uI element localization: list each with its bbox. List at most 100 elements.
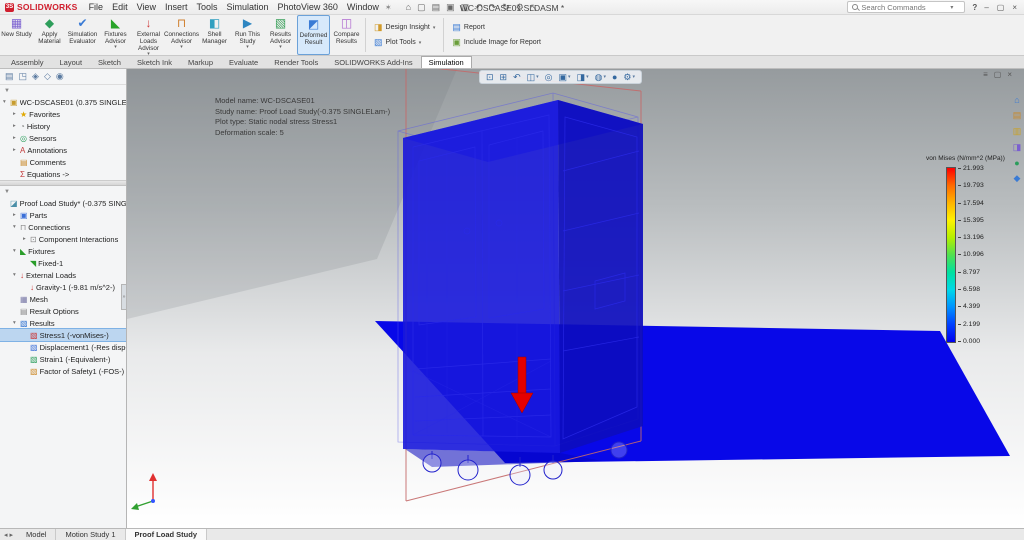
tree-item-history[interactable]: ▸◔History: [0, 120, 126, 132]
tree-item-displacement1-res-disp[interactable]: ▧Displacement1 (-Res disp-): [0, 341, 126, 353]
menu-insert[interactable]: Insert: [165, 2, 188, 12]
tree-item-favorites[interactable]: ▸★Favorites: [0, 108, 126, 120]
resources-icon[interactable]: ⌂: [1014, 95, 1019, 105]
tab-sketch[interactable]: Sketch: [90, 56, 129, 68]
design-library-icon[interactable]: ▤: [1013, 110, 1022, 121]
tab-solidworks-add-ins[interactable]: SOLIDWORKS Add-Ins: [326, 56, 420, 68]
expand-arrow-icon[interactable]: ▾: [3, 99, 10, 105]
pin-icon[interactable]: ✶: [385, 3, 392, 12]
ribbon-connections-advisor[interactable]: ⊓Connections Advisor▾: [165, 15, 198, 55]
tree-item-connections[interactable]: ▾⊓Connections: [0, 221, 126, 233]
restore-button[interactable]: ▢: [997, 3, 1005, 12]
featuremanager-tab-icon[interactable]: ▤: [5, 71, 14, 82]
tab-evaluate[interactable]: Evaluate: [221, 56, 266, 68]
cabinet-model[interactable]: [403, 100, 643, 485]
tree-item-stress1-vonmises[interactable]: ▧Stress1 (-vonMises-): [0, 329, 126, 341]
ribbon-simulation-evaluator[interactable]: ✔Simulation Evaluator: [66, 15, 99, 55]
help-icon[interactable]: ?: [972, 3, 977, 12]
dimxpert-tab-icon[interactable]: ◇: [44, 71, 51, 82]
custom-properties-icon[interactable]: ◆: [1014, 173, 1021, 184]
tree-item-sensors[interactable]: ▸◎Sensors: [0, 132, 126, 144]
panel-collapse-handle[interactable]: »: [121, 284, 126, 310]
menu-edit[interactable]: Edit: [112, 2, 128, 12]
menu-simulation[interactable]: Simulation: [226, 2, 268, 12]
save-icon[interactable]: ▣: [446, 2, 455, 13]
tab-markup[interactable]: Markup: [180, 56, 221, 68]
view-orientation-icon[interactable]: ▣▾: [559, 72, 571, 83]
ribbon-deformed-result[interactable]: ◩Deformed Result: [297, 15, 330, 55]
tab-assembly[interactable]: Assembly: [3, 56, 52, 68]
tabs-scroll-right-icon[interactable]: ▸: [10, 531, 14, 539]
ribbon-apply-material[interactable]: ◆Apply Material: [33, 15, 66, 55]
configurationmanager-tab-icon[interactable]: ◈: [32, 71, 39, 82]
propertymanager-tab-icon[interactable]: ◳: [19, 71, 28, 82]
ribbon-fixtures-advisor[interactable]: ◣Fixtures Advisor▾: [99, 15, 132, 55]
view-palette-icon[interactable]: ◨: [1013, 142, 1022, 153]
menu-view[interactable]: View: [137, 2, 156, 12]
expand-arrow-icon[interactable]: ▾: [13, 248, 20, 254]
tree-item-strain1-equivalent[interactable]: ▧Strain1 (-Equivalent-): [0, 353, 126, 365]
tree-item-external-loads[interactable]: ▾↓External Loads: [0, 269, 126, 281]
zoom-fit-icon[interactable]: ⊡: [486, 72, 494, 83]
study-tree-filter[interactable]: ▼: [0, 186, 126, 197]
tree-item-proof-load-study-0-375-singlelam[interactable]: ◪Proof Load Study* (-0.375 SINGLELam-): [0, 197, 126, 209]
study-tab-model[interactable]: Model: [17, 529, 56, 540]
ribbon-new-study[interactable]: ▦New Study: [0, 15, 33, 55]
expand-arrow-icon[interactable]: ▸: [13, 123, 20, 129]
tree-item-gravity-1-9-81-m-s-2[interactable]: ↓Gravity-1 (-9.81 m/s^2-): [0, 281, 126, 293]
ribbon-include-image-for-report[interactable]: ▣Include Image for Report: [452, 37, 541, 48]
previous-view-icon[interactable]: ↶: [513, 72, 521, 83]
ribbon-report[interactable]: ▤Report: [452, 22, 541, 33]
file-explorer-icon[interactable]: ▥: [1013, 126, 1022, 137]
ribbon-run-this-study[interactable]: ▶Run This Study▾: [231, 15, 264, 55]
study-tab-proof-load-study[interactable]: Proof Load Study: [126, 529, 208, 540]
tree-item-annotations[interactable]: ▸AAnnotations: [0, 144, 126, 156]
menu-photoview-360[interactable]: PhotoView 360: [278, 2, 338, 12]
menu-file[interactable]: File: [89, 2, 104, 12]
ribbon-external-loads-advisor[interactable]: ↓External Loads Advisor▾: [132, 15, 165, 55]
ribbon-design-insight[interactable]: ◨Design Insight▾: [374, 22, 435, 33]
home-icon[interactable]: ⌂: [406, 2, 411, 13]
dynamic-annotation-icon[interactable]: ◎: [545, 72, 553, 83]
tab-layout[interactable]: Layout: [52, 56, 91, 68]
ribbon-results-advisor[interactable]: ▧Results Advisor▾: [264, 15, 297, 55]
section-view-icon[interactable]: ◫▾: [527, 72, 539, 83]
display-style-icon[interactable]: ◨▾: [577, 72, 589, 83]
search-input[interactable]: [861, 3, 947, 12]
feature-tree-filter[interactable]: ▼: [0, 85, 126, 96]
tree-item-equations[interactable]: ΣEquations ->: [0, 168, 126, 180]
tree-item-component-interactions[interactable]: ▸⊡Component Interactions: [0, 233, 126, 245]
ribbon-shell-manager[interactable]: ◧Shell Manager: [198, 15, 231, 55]
expand-arrow-icon[interactable]: ▸: [13, 111, 20, 117]
expand-arrow-icon[interactable]: ▸: [13, 135, 20, 141]
expand-arrow-icon[interactable]: ▸: [13, 147, 20, 153]
tab-render-tools[interactable]: Render Tools: [266, 56, 326, 68]
tree-item-mesh[interactable]: ▦Mesh: [0, 293, 126, 305]
hide-show-icon[interactable]: ◍▾: [595, 72, 606, 83]
tree-item-fixtures[interactable]: ▾◣Fixtures: [0, 245, 126, 257]
expand-arrow-icon[interactable]: ▾: [13, 272, 20, 278]
tree-item-fixed-1[interactable]: ◥Fixed-1: [0, 257, 126, 269]
search-dropdown-icon[interactable]: ▾: [950, 4, 953, 11]
tree-item-parts[interactable]: ▸▣Parts: [0, 209, 126, 221]
open-document-icon[interactable]: ▤: [432, 2, 441, 13]
edit-appearance-icon[interactable]: ●: [612, 72, 617, 82]
tree-item-result-options[interactable]: ▤Result Options: [0, 305, 126, 317]
menu-window[interactable]: Window: [347, 2, 379, 12]
graphics-viewport[interactable]: ⊡⊞↶◫▾◎▣▾◨▾◍▾●⚙▾ ≡▢× Model name: WC-DSCAS…: [127, 69, 1024, 528]
tree-item-wc-dscase01-0-375-singlelam[interactable]: ▾▣WC-DSCASE01 (0.375 SINGLELam) <: [0, 96, 126, 108]
expand-arrow-icon[interactable]: ▾: [13, 224, 20, 230]
expand-arrow-icon[interactable]: ▾: [13, 320, 20, 326]
expand-arrow-icon[interactable]: ▸: [13, 212, 20, 218]
minimize-button[interactable]: –: [984, 3, 988, 12]
zoom-area-icon[interactable]: ⊞: [500, 72, 508, 83]
tabs-scroll-left-icon[interactable]: ◂: [4, 531, 8, 539]
expand-arrow-icon[interactable]: ▸: [23, 236, 30, 242]
pane-close-icon[interactable]: ×: [1007, 70, 1012, 79]
pane-restore-icon[interactable]: ▢: [994, 70, 1002, 79]
ribbon-compare-results[interactable]: ◫Compare Results: [330, 15, 363, 55]
close-button[interactable]: ×: [1012, 3, 1017, 12]
new-document-icon[interactable]: ▢: [417, 2, 426, 13]
tree-item-comments[interactable]: ▤Comments: [0, 156, 126, 168]
displaymanager-tab-icon[interactable]: ◉: [56, 71, 64, 82]
